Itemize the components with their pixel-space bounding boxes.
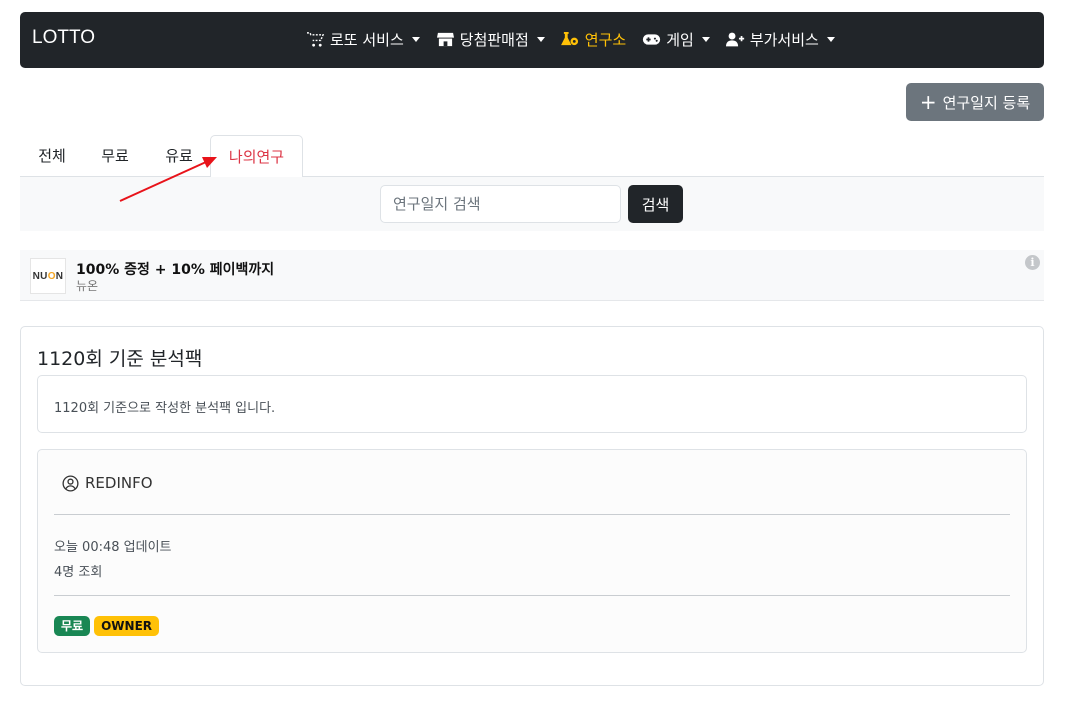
nav-item-lotto-service[interactable]: 로또 서비스	[306, 29, 420, 50]
plus-icon: +	[919, 90, 937, 114]
chevron-down-icon	[411, 37, 420, 42]
nav-menu: 로또 서비스 당첨판매점 연구소 게임 부가서비스	[306, 29, 835, 50]
cart-icon	[306, 31, 325, 48]
brand-logo[interactable]: LOTTO	[32, 27, 95, 49]
ad-title: 100% 증정 + 10% 페이백까지	[76, 262, 275, 278]
nav-item-winning-stores[interactable]: 당첨판매점	[436, 29, 545, 50]
owner-badge: OWNER	[94, 616, 160, 636]
post-description-box: 1120회 기준으로 작성한 분석팩 입니다.	[37, 375, 1027, 433]
post-title[interactable]: 1120회 기준 분석팩	[37, 344, 202, 371]
user-circle-icon	[62, 474, 79, 492]
author-name: REDINFO	[85, 474, 153, 492]
post-updated-time: 오늘 00:48 업데이트	[54, 540, 172, 555]
tab-paid[interactable]: 유료	[164, 135, 194, 177]
nav-item-label: 연구소	[584, 31, 627, 49]
ad-subtitle: 뉴온	[76, 279, 99, 293]
nuon-logo: NU O N	[30, 258, 66, 294]
post-badges: 무료 OWNER	[54, 616, 160, 636]
post-info-box: REDINFO 오늘 00:48 업데이트 4명 조회 무료 OWNER	[37, 449, 1027, 653]
store-icon	[436, 31, 455, 48]
nav-item-label: 부가서비스	[749, 31, 819, 49]
nav-item-label: 로또 서비스	[330, 31, 404, 49]
nav-item-game[interactable]: 게임	[642, 29, 710, 50]
search-bar: 검색	[20, 177, 1044, 231]
user-plus-icon	[725, 31, 745, 48]
chevron-down-icon	[826, 37, 835, 42]
nav-item-lab[interactable]: 연구소	[560, 29, 627, 50]
chevron-down-icon	[701, 37, 710, 42]
post-view-count: 4명 조회	[54, 565, 103, 580]
chevron-down-icon	[536, 37, 545, 42]
nav-item-extra-services[interactable]: 부가서비스	[725, 29, 835, 50]
tab-free[interactable]: 무료	[100, 135, 130, 177]
post-author[interactable]: REDINFO	[62, 474, 153, 492]
flask-icon	[560, 31, 580, 48]
gamepad-icon	[642, 31, 661, 48]
register-journal-label: 연구일지 등록	[942, 93, 1031, 112]
post-description: 1120회 기준으로 작성한 분석팩 입니다.	[54, 401, 276, 416]
tab-my-research[interactable]: 나의연구	[210, 135, 303, 178]
search-button[interactable]: 검색	[628, 185, 683, 223]
top-navbar: LOTTO 로또 서비스 당첨판매점 연구소 게임 부가서비스	[20, 12, 1044, 68]
divider	[54, 514, 1010, 515]
divider	[54, 595, 1010, 596]
nav-item-label: 당첨판매점	[459, 31, 529, 49]
free-badge: 무료	[54, 616, 91, 636]
sponsored-ad[interactable]: NU O N 100% 증정 + 10% 페이백까지 뉴온 i	[20, 250, 1044, 301]
research-post-card: 1120회 기준 분석팩 1120회 기준으로 작성한 분석팩 입니다. RED…	[20, 326, 1044, 686]
tab-all[interactable]: 전체	[37, 135, 67, 177]
register-journal-button[interactable]: + 연구일지 등록	[906, 83, 1044, 121]
search-input[interactable]	[380, 185, 621, 223]
category-tabs: 전체 무료 유료 나의연구	[20, 135, 1044, 178]
info-icon[interactable]: i	[1025, 255, 1040, 270]
nav-item-label: 게임	[666, 31, 694, 49]
